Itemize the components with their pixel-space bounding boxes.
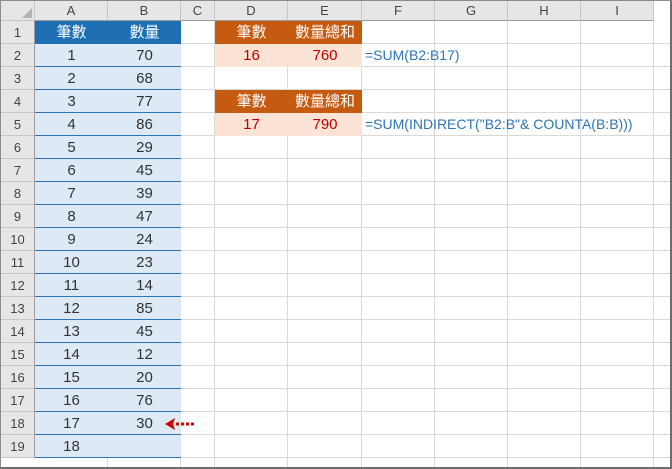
count-cell[interactable]: 14 (35, 343, 108, 366)
column-header-d[interactable]: D (215, 1, 288, 21)
qty-cell[interactable]: 14 (108, 274, 181, 297)
header-count-cell[interactable]: 筆數 (35, 21, 108, 44)
red-dotted-left-arrow-icon (165, 418, 195, 430)
summary1-count-value[interactable]: 16 (215, 44, 288, 67)
count-cell[interactable]: 10 (35, 251, 108, 274)
count-cell[interactable]: 13 (35, 320, 108, 343)
qty-cell[interactable]: 45 (108, 159, 181, 182)
column-header-e[interactable]: E (288, 1, 362, 21)
count-cell[interactable]: 9 (35, 228, 108, 251)
row-header-5[interactable]: 5 (1, 113, 35, 136)
row-header-11[interactable]: 11 (1, 251, 35, 274)
row-header-7[interactable]: 7 (1, 159, 35, 182)
select-all-corner[interactable] (1, 1, 35, 21)
qty-cell[interactable]: 77 (108, 90, 181, 113)
qty-cell[interactable]: 12 (108, 343, 181, 366)
column-header-f[interactable]: F (362, 1, 435, 21)
row-header-19[interactable]: 19 (1, 435, 35, 458)
summary2-total-value[interactable]: 790 (288, 113, 362, 136)
count-cell[interactable]: 16 (35, 389, 108, 412)
count-cell[interactable]: 18 (35, 435, 108, 458)
qty-cell[interactable]: 24 (108, 228, 181, 251)
summary1-total-value[interactable]: 760 (288, 44, 362, 67)
column-header-a[interactable]: A (35, 1, 108, 21)
qty-cell[interactable]: 68 (108, 67, 181, 90)
qty-cell[interactable]: 86 (108, 113, 181, 136)
qty-cell[interactable]: 70 (108, 44, 181, 67)
qty-cell[interactable]: 39 (108, 182, 181, 205)
spreadsheet-window: A B C D E F G H I 1 2 3 4 5 6 7 8 9 10 11 12 13 14 15 16 17 18 19 筆數… (0, 0, 672, 469)
row-header-9[interactable]: 9 (1, 205, 35, 228)
row-header-1[interactable]: 1 (1, 21, 35, 44)
summary1-header-total[interactable]: 數量總和 (288, 21, 362, 44)
count-cell[interactable]: 15 (35, 366, 108, 389)
qty-cell[interactable]: 29 (108, 136, 181, 159)
column-header-g[interactable]: G (435, 1, 508, 21)
column-header-i[interactable]: I (581, 1, 654, 21)
row-header-14[interactable]: 14 (1, 320, 35, 343)
qty-cell[interactable]: 20 (108, 366, 181, 389)
row-header-4[interactable]: 4 (1, 90, 35, 113)
row-header-12[interactable]: 12 (1, 274, 35, 297)
summary2-formula-text: =SUM(INDIRECT("B2:B"& COUNTA(B:B))) (365, 116, 633, 132)
qty-cell[interactable] (108, 435, 181, 458)
count-cell[interactable]: 11 (35, 274, 108, 297)
count-cell[interactable]: 3 (35, 90, 108, 113)
qty-cell[interactable]: 76 (108, 389, 181, 412)
count-cell[interactable]: 4 (35, 113, 108, 136)
header-qty-cell[interactable]: 數量 (108, 21, 181, 44)
count-cell[interactable]: 5 (35, 136, 108, 159)
row-header-6[interactable]: 6 (1, 136, 35, 159)
row-header-15[interactable]: 15 (1, 343, 35, 366)
qty-cell[interactable]: 85 (108, 297, 181, 320)
count-cell[interactable]: 8 (35, 205, 108, 228)
summary2-header-total[interactable]: 數量總和 (288, 90, 362, 113)
column-header-c[interactable]: C (181, 1, 215, 21)
qty-cell[interactable]: 23 (108, 251, 181, 274)
row-header-2[interactable]: 2 (1, 44, 35, 67)
count-cell[interactable]: 2 (35, 67, 108, 90)
count-cell[interactable]: 7 (35, 182, 108, 205)
qty-cell[interactable]: 47 (108, 205, 181, 228)
qty-cell[interactable]: 45 (108, 320, 181, 343)
row-header-16[interactable]: 16 (1, 366, 35, 389)
summary1-formula-text: =SUM(B2:B17) (365, 47, 460, 63)
row-header-18[interactable]: 18 (1, 412, 35, 435)
row-header-8[interactable]: 8 (1, 182, 35, 205)
column-header-b[interactable]: B (108, 1, 181, 21)
summary1-header-count[interactable]: 筆數 (215, 21, 288, 44)
row-header-17[interactable]: 17 (1, 389, 35, 412)
column-header-h[interactable]: H (508, 1, 581, 21)
count-cell[interactable]: 12 (35, 297, 108, 320)
row-header-10[interactable]: 10 (1, 228, 35, 251)
row-header-3[interactable]: 3 (1, 67, 35, 90)
count-cell[interactable]: 6 (35, 159, 108, 182)
count-cell[interactable]: 17 (35, 412, 108, 435)
row-header-13[interactable]: 13 (1, 297, 35, 320)
count-cell[interactable]: 1 (35, 44, 108, 67)
summary2-count-value[interactable]: 17 (215, 113, 288, 136)
summary2-header-count[interactable]: 筆數 (215, 90, 288, 113)
